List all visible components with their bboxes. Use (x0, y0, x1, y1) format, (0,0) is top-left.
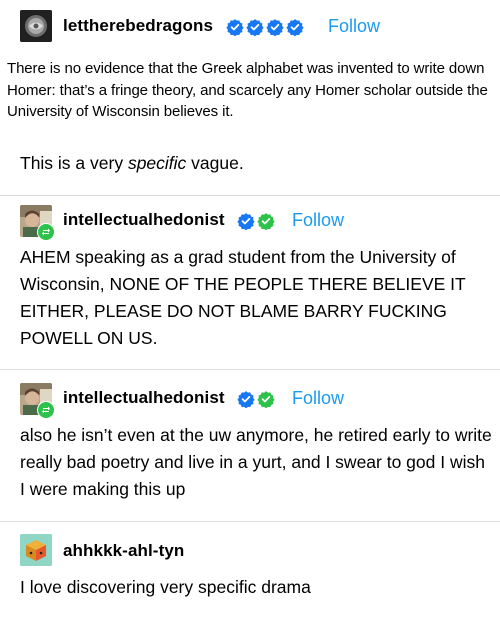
verified-badge-icon (266, 18, 284, 36)
post-body: I love discovering very specific drama (20, 577, 311, 597)
follow-button[interactable]: Follow (292, 210, 344, 231)
post-ahhkkk-ahl-tyn: ahhkkk-ahl-tyn I love discovering very s… (0, 522, 500, 617)
badges (237, 212, 275, 230)
verified-badge-icon (286, 18, 304, 36)
avatar[interactable] (20, 534, 52, 566)
verified-badge-icon (226, 18, 244, 36)
post-intellectualhedonist-2: intellectualhedonist Follow also he isn’… (0, 370, 500, 522)
badges (226, 18, 304, 36)
follow-button[interactable]: Follow (328, 16, 380, 37)
post-lettherebedragons: lettherebedragons Follow There is no evi… (0, 0, 500, 196)
verified-badge-icon (237, 390, 255, 408)
quoted-text: There is no evidence that the Greek alph… (7, 60, 488, 120)
reblog-icon (37, 401, 55, 419)
verified-badge-icon (257, 390, 275, 408)
username[interactable]: intellectualhedonist (63, 210, 225, 230)
post-body: AHEM speaking as a grad student from the… (20, 247, 466, 348)
verified-badge-icon (257, 212, 275, 230)
username[interactable]: lettherebedragons (63, 16, 213, 36)
post-body: also he isn’t even at the uw anymore, he… (20, 425, 492, 499)
follow-button[interactable]: Follow (292, 388, 344, 409)
badges (237, 390, 275, 408)
username[interactable]: intellectualhedonist (63, 388, 225, 408)
post-intellectualhedonist-1: intellectualhedonist Follow AHEM speakin… (0, 196, 500, 370)
emphasis-text: specific (127, 153, 187, 173)
reblog-icon (37, 223, 55, 241)
post-header: lettherebedragons Follow (0, 10, 500, 42)
post-body-text: vague. (186, 153, 244, 173)
username[interactable]: ahhkkk-ahl-tyn (63, 541, 184, 561)
verified-badge-icon (237, 212, 255, 230)
post-header: intellectualhedonist Follow (0, 205, 500, 241)
post-body: This is a very specific vague. (20, 150, 244, 177)
avatar[interactable] (20, 10, 52, 42)
post-header: intellectualhedonist Follow (0, 383, 500, 419)
verified-badge-icon (246, 18, 264, 36)
post-body-text: This is a very (20, 153, 128, 173)
post-header: ahhkkk-ahl-tyn (0, 534, 500, 566)
